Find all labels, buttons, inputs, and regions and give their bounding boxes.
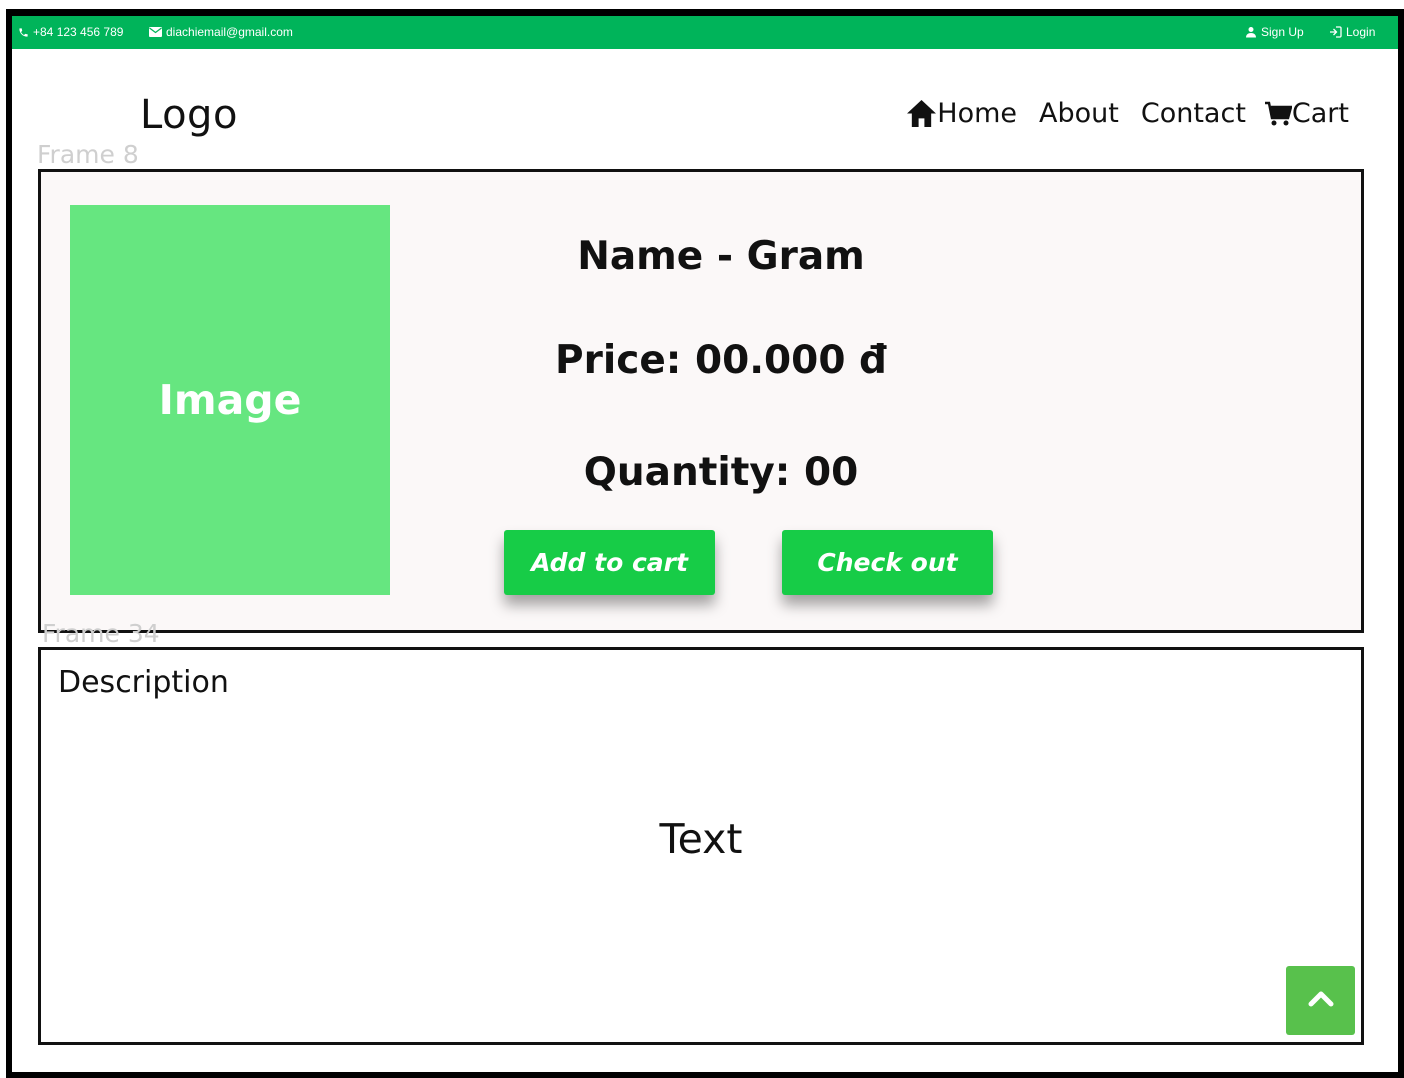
nav-home[interactable]: Home [906, 98, 1017, 129]
product-quantity: Quantity: 00 [583, 450, 859, 495]
email-address: diachiemail@gmail.com [166, 25, 293, 39]
scroll-top-button[interactable] [1286, 966, 1355, 1035]
product-name: Name - Gram [577, 234, 865, 279]
signup-link[interactable]: Sign Up [1245, 25, 1304, 39]
user-icon [1245, 26, 1257, 38]
nav-cart-label: Cart [1291, 98, 1349, 129]
chevron-up-icon [1308, 989, 1334, 1012]
description-title: Description [58, 665, 229, 700]
phone-contact[interactable]: +84 123 456 789 [18, 25, 123, 39]
frame-8-label: Frame 8 [37, 140, 139, 169]
mail-icon [149, 27, 162, 37]
nav-contact-label: Contact [1140, 98, 1246, 129]
description-panel: Description Text [38, 647, 1364, 1045]
nav-home-label: Home [937, 98, 1018, 129]
login-label: Login [1346, 25, 1376, 39]
description-text: Text [659, 815, 743, 863]
product-image-placeholder: Image [70, 205, 390, 595]
add-to-cart-button[interactable]: Add to cart [504, 530, 715, 595]
top-bar: +84 123 456 789 diachiemail@gmail.com Si… [12, 16, 1398, 49]
product-price: Price: 00.000 đ [555, 338, 887, 383]
email-contact[interactable]: diachiemail@gmail.com [149, 25, 293, 39]
frame-34-label: Frame 34 [42, 619, 160, 648]
page-frame: +84 123 456 789 diachiemail@gmail.com Si… [6, 9, 1404, 1078]
login-link[interactable]: Login [1329, 25, 1375, 39]
home-icon [906, 99, 937, 128]
main-nav: Home About Contact Cart [906, 98, 1349, 129]
nav-about[interactable]: About [1039, 98, 1119, 129]
product-panel: Image Name - Gram Price: 00.000 đ Quanti… [38, 169, 1364, 633]
site-logo[interactable]: Logo [140, 92, 238, 138]
nav-contact[interactable]: Contact [1141, 98, 1246, 129]
phone-icon [18, 27, 29, 38]
cart-icon [1264, 101, 1292, 127]
phone-number: +84 123 456 789 [33, 25, 124, 39]
nav-cart[interactable]: Cart [1264, 98, 1349, 129]
checkout-button[interactable]: Check out [782, 530, 993, 595]
signup-label: Sign Up [1261, 25, 1304, 39]
login-icon [1329, 26, 1342, 38]
nav-about-label: About [1039, 98, 1119, 129]
